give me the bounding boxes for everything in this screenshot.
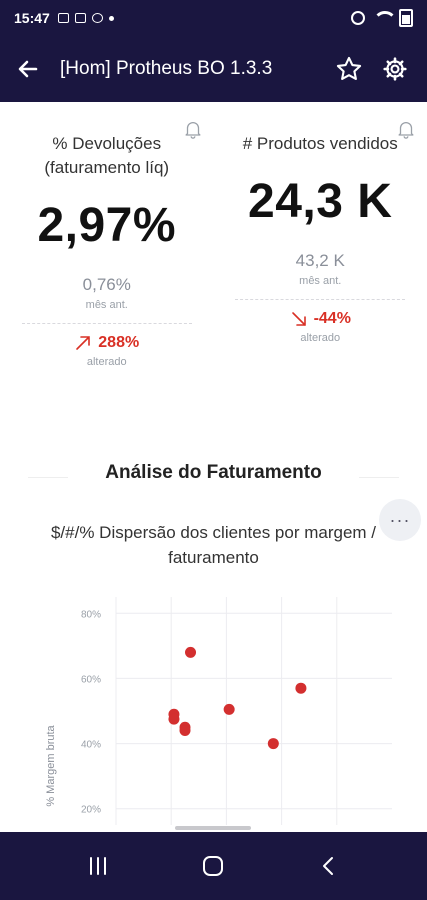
chevron-left-icon [323,857,334,875]
arrow-down-right-icon [291,312,306,326]
kpi-previous-value: 43,2 K [295,251,345,270]
arrow-left-icon [18,60,38,78]
y-tick-label: 80% [81,609,101,620]
bell-icon[interactable] [182,118,204,140]
battery-icon [399,9,413,27]
wifi-icon [373,11,397,25]
y-tick-label: 20% [81,805,101,816]
kpi-previous-value: 0,76% [82,275,131,294]
divider [21,323,192,324]
scatter-chart[interactable]: 80% 60% 40% 20% % Margem bruta [0,585,427,825]
scatter-point [185,646,197,658]
home-button[interactable] [191,844,235,888]
kpi-value: 24,3 K [248,175,393,228]
scatter-point [223,703,235,715]
section-divider-right [359,477,399,478]
divider [235,299,406,300]
kpi-change: 288% [0,334,214,352]
scroll-indicator [175,826,251,830]
status-time: 15:47 [14,10,50,26]
scatter-point [168,713,180,725]
kpi-value: 2,97% [37,199,177,252]
system-nav-bar [0,832,427,900]
y-tick-label: 40% [81,740,101,751]
kpi-row: % Devoluções (faturamento líq) 2,97% 0,7… [0,102,427,432]
kpi-card-devolucoes[interactable]: % Devoluções (faturamento líq) 2,97% 0,7… [0,102,214,432]
back-button[interactable] [12,53,44,85]
y-axis-label: % Margem bruta [45,724,57,806]
gear-icon [383,57,407,81]
page-title: [Hom] Protheus BO 1.3.3 [60,58,273,79]
kpi-change-label: alterado [86,356,127,368]
scatter-point [267,738,279,750]
kpi-change-value: 288% [98,334,140,351]
more-icon: ··· [389,509,411,530]
recent-apps-button[interactable] [76,844,120,888]
kpi-change-value: -44% [313,310,351,327]
status-bar: 15:47 [0,0,427,36]
y-tick-label: 60% [81,674,101,685]
kpi-card-produtos[interactable]: # Produtos vendidos 24,3 K 43,2 K mês an… [214,102,427,432]
kpi-change: -44% [214,310,427,328]
more-notifications-icon [108,15,114,21]
mail-notification-icon [74,13,86,23]
home-icon [203,856,224,876]
settings-button[interactable] [375,49,415,89]
notification-icons [57,13,114,23]
chart-canvas: 80% 60% 40% 20% % Margem bruta [45,597,392,825]
kpi-change-label: alterado [300,332,341,344]
section-title: Análise do Faturamento [105,462,322,483]
scatter-point [179,725,191,737]
scatter-point [295,682,307,694]
favorite-button[interactable] [329,49,369,89]
arrow-up-right-icon [76,336,91,350]
whatsapp-notification-icon [91,13,103,23]
kpi-previous-label: mês ant. [299,275,342,287]
recent-apps-icon [89,857,106,875]
alarm-icon [351,11,365,25]
image-notification-icon [57,13,69,23]
star-icon [336,56,362,80]
back-nav-button[interactable] [307,844,351,888]
app-bar: [Hom] Protheus BO 1.3.3 [0,36,427,102]
kpi-previous-label: mês ant. [85,299,128,311]
bell-icon[interactable] [395,118,417,140]
chart-title: $/#/% Dispersão dos clientes por margem … [50,523,377,567]
